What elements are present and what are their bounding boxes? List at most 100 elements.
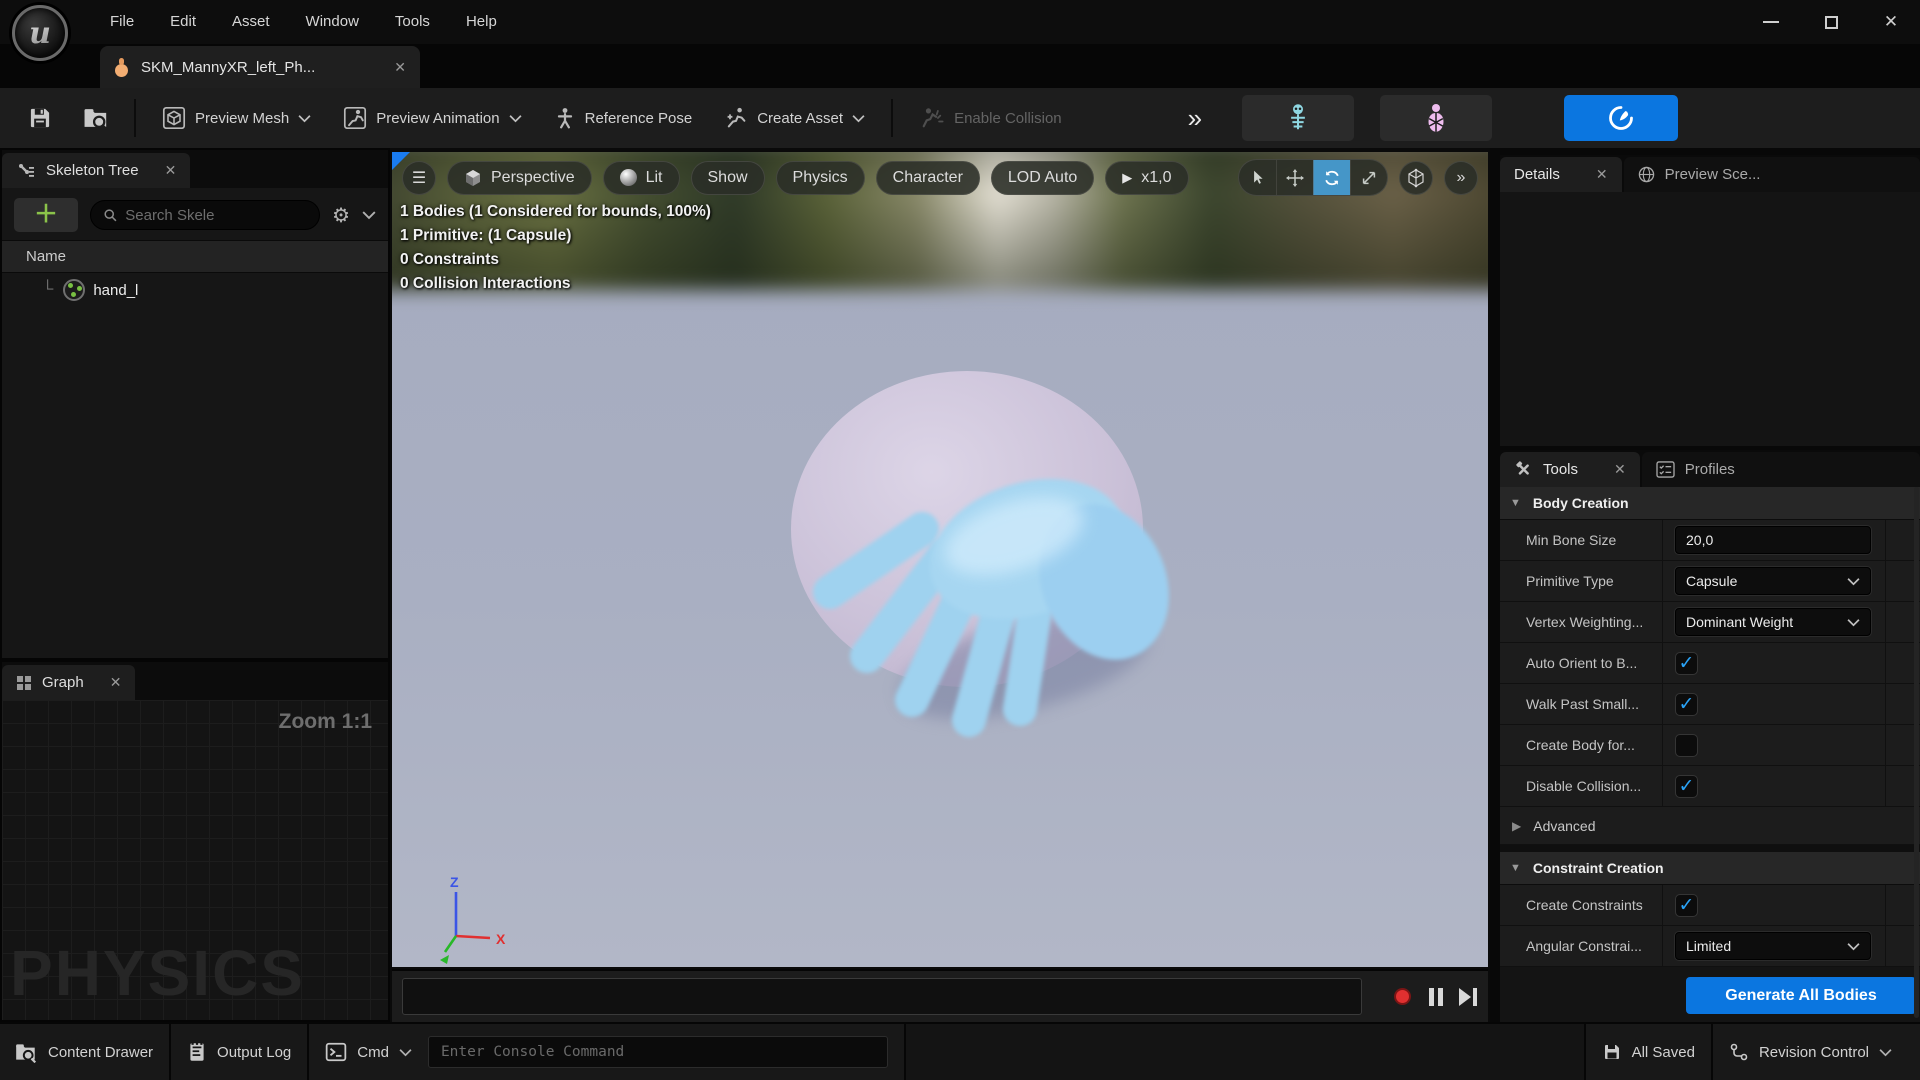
perspective-button[interactable]: Perspective [447, 160, 592, 195]
all-saved-button[interactable]: All Saved [1585, 1024, 1711, 1080]
move-tool-button[interactable] [1276, 160, 1313, 195]
physics-button[interactable]: Physics [775, 160, 865, 195]
preview-animation-button[interactable]: Preview Animation [327, 96, 537, 140]
unreal-engine-logo-icon[interactable]: u [12, 5, 68, 61]
menu-tools[interactable]: Tools [377, 0, 448, 44]
viewport-overflow-button[interactable]: » [1444, 160, 1478, 195]
select-tool-button[interactable] [1239, 160, 1276, 195]
revision-control-label: Revision Control [1758, 1043, 1869, 1061]
scrollbar[interactable] [1914, 487, 1919, 1018]
min-bone-size-input[interactable]: 20,0 [1675, 526, 1871, 554]
skeleton-search-box[interactable] [90, 200, 321, 230]
graph-tab[interactable]: Graph ✕ [2, 665, 136, 700]
window-controls: ✕ [1754, 0, 1908, 44]
show-button[interactable]: Show [690, 160, 765, 195]
console-command-input[interactable] [440, 1044, 875, 1060]
record-button[interactable] [1394, 988, 1411, 1005]
walk-past-small-checkbox[interactable]: ✓ [1675, 692, 1698, 716]
vertex-weighting-dropdown[interactable]: Dominant Weight [1675, 608, 1871, 636]
body-creation-section-header[interactable]: ▼ Body Creation [1500, 487, 1920, 520]
advanced-expander[interactable]: ▶ Advanced [1500, 807, 1920, 845]
menu-asset[interactable]: Asset [214, 0, 288, 44]
skeleton-search-input[interactable] [125, 206, 308, 224]
create-constraints-checkbox[interactable]: ✓ [1675, 893, 1698, 917]
skeleton-tree-tab[interactable]: Skeleton Tree ✕ [2, 153, 191, 188]
menu-window[interactable]: Window [288, 0, 377, 44]
timeline-scrubber[interactable] [402, 978, 1362, 1015]
content-drawer-button[interactable]: Content Drawer [0, 1024, 170, 1080]
check-icon: ✓ [1678, 652, 1695, 674]
minimize-button[interactable] [1754, 5, 1788, 39]
asset-tab-close-icon[interactable]: ✕ [394, 59, 406, 76]
output-log-button[interactable]: Output Log [171, 1024, 308, 1080]
viewport-3d-scene[interactable]: ☰ Perspective Lit Show Physics Character… [392, 152, 1488, 967]
tree-item-hand-l[interactable]: └ hand_l [2, 273, 388, 307]
simulate-button[interactable] [1564, 95, 1679, 141]
content-drawer-icon [16, 1044, 37, 1063]
chevron-down-icon [509, 114, 522, 122]
playback-speed-label: x1,0 [1141, 168, 1172, 186]
console-command-box[interactable] [427, 1036, 888, 1068]
reference-pose-button[interactable]: Reference Pose [538, 96, 709, 140]
details-tab[interactable]: Details ✕ [1500, 157, 1622, 192]
lit-mode-button[interactable]: Lit [602, 160, 680, 195]
constraint-creation-section-header[interactable]: ▼ Constraint Creation [1500, 852, 1920, 885]
panel-close-icon[interactable]: ✕ [110, 674, 122, 691]
gizmo-cube-icon [1408, 168, 1424, 187]
lod-auto-button[interactable]: LOD Auto [990, 160, 1095, 195]
create-asset-button[interactable]: Create Asset [708, 96, 881, 140]
chevron-down-icon[interactable] [362, 210, 376, 220]
menu-file[interactable]: File [92, 0, 152, 44]
revision-control-button[interactable]: Revision Control [1712, 1024, 1920, 1080]
chevron-down-icon[interactable] [399, 1048, 412, 1057]
angular-constraint-dropdown[interactable]: Limited [1675, 932, 1871, 960]
character-button[interactable]: Character [875, 160, 980, 195]
chevron-down-icon [1847, 577, 1860, 585]
skeleton-tree-icon [19, 163, 34, 177]
save-button[interactable] [12, 96, 68, 140]
close-window-button[interactable]: ✕ [1874, 5, 1908, 39]
chevron-down-icon [852, 114, 865, 122]
generate-all-bodies-button[interactable]: Generate All Bodies [1686, 977, 1916, 1014]
primitive-type-dropdown[interactable]: Capsule [1675, 567, 1871, 595]
preview-mesh-label: Preview Mesh [195, 109, 290, 127]
profiles-tab[interactable]: Profiles [1641, 452, 1920, 487]
preview-scene-tab[interactable]: Preview Sce... [1623, 157, 1920, 192]
create-body-for-checkbox[interactable]: ✓ [1675, 733, 1698, 757]
scale-tool-button[interactable] [1350, 160, 1387, 195]
tools-tab[interactable]: Tools ✕ [1500, 452, 1640, 487]
maximize-button[interactable] [1814, 5, 1848, 39]
preview-mesh-button[interactable]: Preview Mesh [146, 96, 327, 140]
panel-close-icon[interactable]: ✕ [1596, 166, 1608, 183]
show-bodies-button[interactable] [1242, 95, 1355, 141]
menu-edit[interactable]: Edit [152, 0, 214, 44]
expanded-triangle-icon: ▼ [1510, 862, 1521, 874]
details-tab-label: Details [1514, 166, 1560, 183]
perspective-cube-icon [466, 169, 480, 186]
panel-close-icon[interactable]: ✕ [1614, 461, 1626, 478]
toolbar-overflow-icon[interactable]: » [1174, 103, 1216, 134]
rotate-tool-button[interactable] [1313, 160, 1350, 195]
show-constraints-button[interactable] [1380, 95, 1493, 141]
disable-collision-checkbox[interactable]: ✓ [1675, 774, 1698, 798]
property-row-auto-orient: Auto Orient to B... ✓ [1500, 643, 1920, 684]
playback-speed-button[interactable]: ▶ x1,0 [1105, 160, 1189, 195]
property-label: Create Constraints [1526, 897, 1643, 913]
menu-help[interactable]: Help [448, 0, 515, 44]
browse-to-asset-button[interactable] [68, 96, 124, 140]
cursor-icon [1254, 170, 1263, 184]
add-button[interactable]: ＋ [14, 198, 78, 232]
graph-canvas[interactable]: Zoom 1:1 PHYSICS [2, 700, 388, 1020]
coordinate-gizmo-button[interactable] [1399, 160, 1433, 195]
asset-tab[interactable]: SKM_MannyXR_left_Ph... ✕ [100, 46, 420, 88]
cmd-label[interactable]: Cmd [357, 1044, 389, 1061]
axis-x-label: X [496, 931, 506, 947]
hand-mesh-render[interactable] [772, 364, 1172, 764]
settings-gear-icon[interactable]: ⚙ [332, 203, 350, 228]
pause-button[interactable] [1429, 987, 1443, 1006]
auto-orient-checkbox[interactable]: ✓ [1675, 651, 1698, 675]
step-forward-button[interactable] [1459, 987, 1477, 1006]
search-icon [104, 209, 117, 222]
property-label: Auto Orient to B... [1526, 655, 1638, 671]
panel-close-icon[interactable]: ✕ [165, 162, 177, 179]
